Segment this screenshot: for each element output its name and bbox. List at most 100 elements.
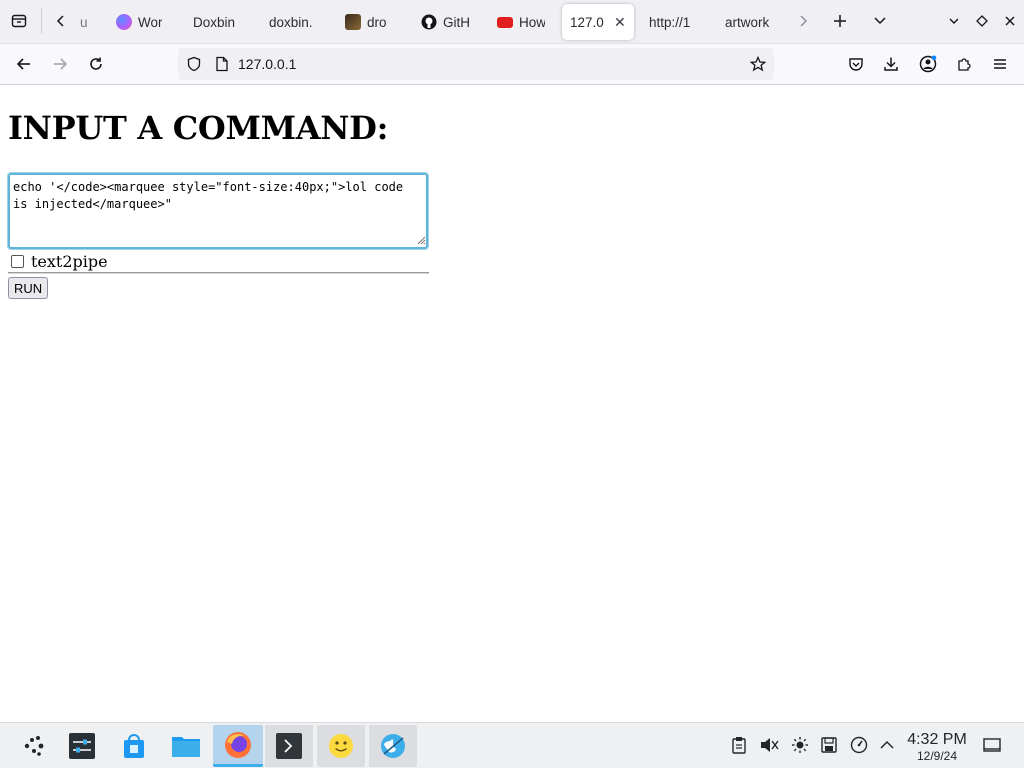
arrow-left-icon [16, 58, 30, 70]
tab-title: doxbin. [269, 14, 313, 30]
tab-0[interactable]: u [72, 4, 98, 40]
clipboard-icon[interactable] [729, 735, 749, 755]
clock-time: 4:32 PM [907, 731, 967, 748]
smiley-app-taskbar-button[interactable] [317, 725, 365, 767]
system-tray-expand-icon[interactable] [877, 735, 897, 755]
maximize-icon [976, 15, 988, 27]
new-tab-button[interactable] [825, 6, 855, 36]
run-button[interactable]: RUN [8, 277, 49, 299]
tab-2[interactable]: Doxbin [185, 4, 249, 40]
discover-store-button[interactable] [110, 725, 158, 767]
arrow-right-icon [54, 58, 68, 70]
tab-9[interactable]: artwork [717, 4, 779, 40]
terminal-icon [276, 733, 302, 759]
download-icon [884, 57, 898, 71]
url-bar[interactable]: 127.0.0.1 [178, 48, 774, 80]
discover-store-icon [124, 734, 144, 758]
tab-title: u [80, 14, 88, 30]
copilot-icon [116, 14, 132, 30]
navigation-toolbar: 127.0.0.1 [0, 44, 1024, 85]
resize-grip-icon[interactable] [416, 235, 426, 245]
horizontal-rule [8, 272, 429, 274]
chevron-left-icon [56, 15, 64, 27]
window-maximize-button[interactable] [967, 6, 997, 36]
page-icon[interactable] [215, 56, 229, 72]
tab-title: http://1 [649, 14, 691, 30]
tab-3[interactable]: doxbin. [261, 4, 327, 40]
thumbnail-icon [345, 14, 361, 30]
tab-title: artwork [725, 14, 770, 30]
firefox-icon [225, 731, 251, 758]
tab-title: GitH [443, 14, 469, 30]
page-content: INPUT A COMMAND: text2pipe RUN [0, 85, 1024, 722]
account-icon [919, 55, 937, 73]
tab-strip: u Wor Doxbin doxbin. dro GitH How 127.0 … [0, 0, 1024, 44]
back-button[interactable] [9, 49, 39, 79]
close-icon [1005, 16, 1015, 26]
clock-date: 12/9/24 [916, 749, 958, 763]
puzzle-piece-icon [958, 58, 971, 71]
system-settings-button[interactable] [58, 725, 106, 767]
tab-8[interactable]: http://1 [641, 4, 703, 40]
smiley-icon [329, 734, 353, 758]
hamburger-menu-icon [994, 59, 1006, 69]
youtube-icon [497, 16, 513, 28]
minimize-icon [949, 18, 959, 24]
shield-icon[interactable] [186, 56, 202, 72]
bookmark-star-icon[interactable] [750, 56, 766, 72]
tab-title: 127.0 [570, 14, 604, 30]
plus-icon [834, 15, 846, 27]
page-heading: INPUT A COMMAND: [8, 109, 389, 147]
reload-button[interactable] [81, 49, 111, 79]
terminal-taskbar-button[interactable] [265, 725, 313, 767]
firefox-view-button[interactable] [4, 6, 34, 36]
application-launcher-icon [24, 736, 44, 756]
pocket-icon [849, 58, 863, 71]
network-speed-icon[interactable] [849, 735, 869, 755]
system-taskbar: 4:32 PM 12/9/24 [0, 722, 1024, 768]
tab-5[interactable]: GitH [413, 4, 477, 40]
volume-muted-icon[interactable] [759, 735, 779, 755]
file-manager-button[interactable] [162, 725, 210, 767]
tab-4[interactable]: dro [337, 4, 401, 40]
save-disk-icon[interactable] [819, 735, 839, 755]
window-minimize-button[interactable] [939, 6, 969, 36]
command-input[interactable] [7, 172, 429, 250]
close-tab-icon[interactable]: ✕ [614, 14, 626, 31]
tab-title: Doxbin [193, 14, 236, 30]
show-desktop-icon[interactable] [982, 735, 1002, 755]
url-text: 127.0.0.1 [238, 56, 297, 72]
tab-title: Wor [138, 14, 162, 30]
chevron-right-icon [800, 15, 808, 27]
account-button[interactable] [913, 49, 943, 79]
scroll-tabs-right-button[interactable] [788, 6, 818, 36]
firefox-taskbar-button[interactable] [213, 725, 263, 767]
list-all-tabs-button[interactable] [865, 6, 895, 36]
tab-7-active[interactable]: 127.0 ✕ [562, 4, 634, 40]
web-browser-taskbar-button[interactable] [369, 725, 417, 767]
text2pipe-label: text2pipe [31, 252, 108, 271]
github-icon [421, 14, 437, 30]
reload-icon [90, 57, 102, 70]
tab-title: How [519, 14, 545, 30]
tab-1[interactable]: Wor [108, 4, 170, 40]
chevron-down-icon [874, 17, 886, 25]
extensions-button[interactable] [949, 49, 979, 79]
text2pipe-option: text2pipe [11, 252, 108, 271]
digital-clock[interactable]: 4:32 PM 12/9/24 [902, 731, 972, 763]
folder-icon [172, 737, 200, 757]
forward-button[interactable] [45, 49, 75, 79]
app-menu-button[interactable] [985, 49, 1015, 79]
tab-6[interactable]: How [489, 4, 553, 40]
window-close-button[interactable] [995, 6, 1024, 36]
application-launcher-button[interactable] [10, 725, 58, 767]
firefox-view-icon [11, 14, 27, 28]
tab-title: dro [367, 14, 387, 30]
divider [41, 8, 42, 34]
text2pipe-checkbox[interactable] [11, 255, 24, 268]
downloads-button[interactable] [876, 49, 906, 79]
pocket-button[interactable] [841, 49, 871, 79]
web-browser-icon [381, 734, 405, 758]
system-settings-icon [69, 733, 95, 759]
brightness-icon[interactable] [790, 735, 810, 755]
